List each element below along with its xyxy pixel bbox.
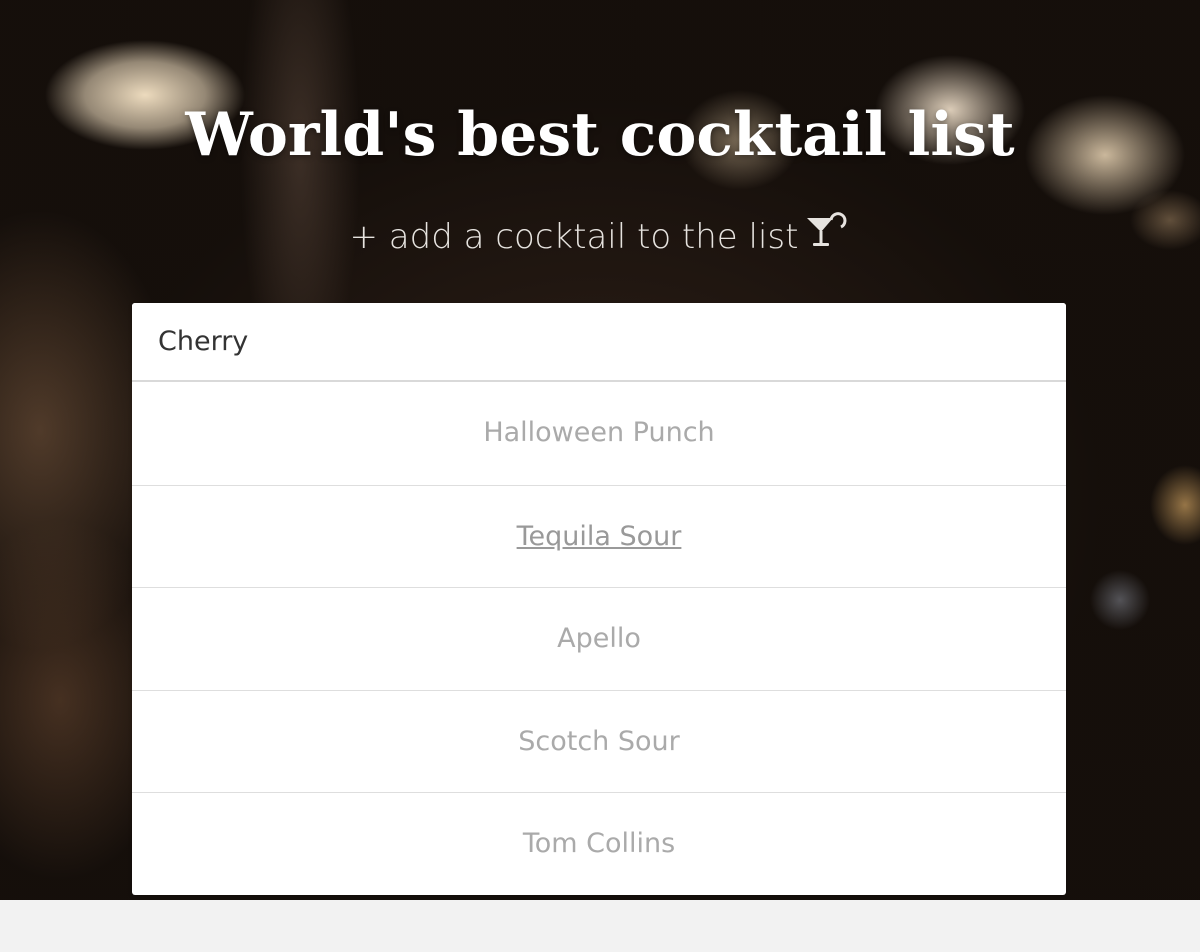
add-cocktail-label: + add a cocktail to the list bbox=[349, 217, 799, 257]
search-input[interactable] bbox=[132, 303, 1066, 382]
result-item[interactable]: Tom Collins bbox=[132, 792, 1066, 895]
result-item[interactable]: Halloween Punch bbox=[132, 382, 1066, 485]
result-label: Apello bbox=[557, 623, 641, 654]
page-title: World's best cocktail list bbox=[185, 100, 1015, 170]
footer-bar bbox=[0, 900, 1200, 952]
add-cocktail-link[interactable]: + add a cocktail to the list bbox=[0, 212, 1200, 261]
cocktail-search-panel: Halloween Punch Tequila Sour Apello Scot… bbox=[132, 303, 1066, 895]
result-label: Halloween Punch bbox=[483, 417, 715, 448]
result-label: Scotch Sour bbox=[518, 725, 680, 757]
result-item[interactable]: Tequila Sour bbox=[132, 484, 1066, 588]
result-label: Tom Collins bbox=[522, 828, 676, 859]
cocktail-glass-icon bbox=[804, 212, 850, 261]
hero-background: World's best cocktail list + add a cockt… bbox=[0, 0, 1200, 900]
results-list: Halloween Punch Tequila Sour Apello Scot… bbox=[132, 382, 1066, 895]
result-label: Tequila Sour bbox=[516, 520, 682, 552]
result-item[interactable]: Scotch Sour bbox=[132, 689, 1066, 793]
result-item[interactable]: Apello bbox=[132, 587, 1066, 690]
